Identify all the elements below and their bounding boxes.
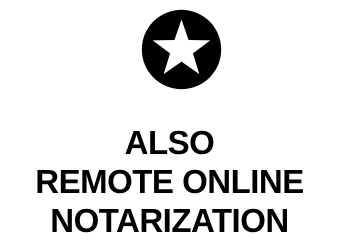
caption-line-remote-online: REMOTE ONLINE bbox=[35, 163, 304, 200]
star-in-circle-icon bbox=[141, 9, 222, 90]
caption-text: ALSO REMOTE ONLINE NOTARIZATION bbox=[0, 123, 339, 240]
caption-line-also: ALSO bbox=[124, 124, 215, 161]
star-badge-icon bbox=[141, 9, 222, 90]
caption-line-notarization: NOTARIZATION bbox=[50, 202, 289, 239]
